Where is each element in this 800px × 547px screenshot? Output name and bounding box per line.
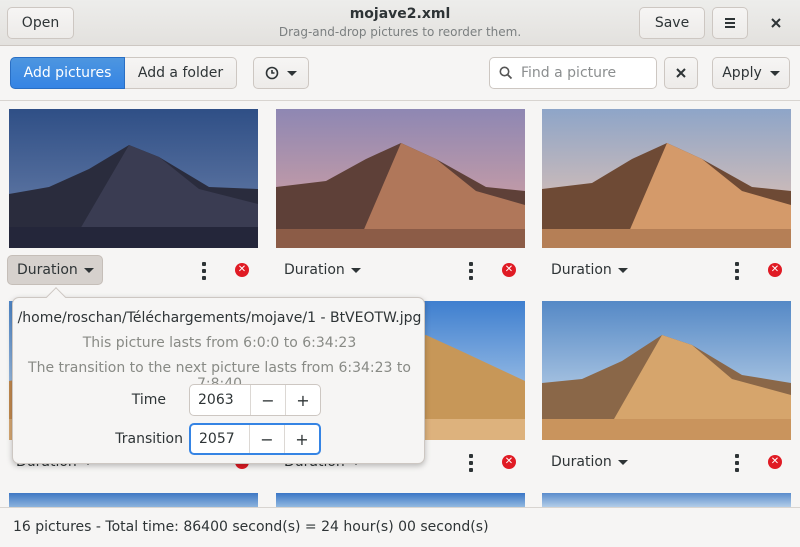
hamburger-menu-icon <box>725 18 735 28</box>
remove-picture-icon[interactable]: ✕ <box>502 455 516 469</box>
time-input[interactable]: 2063 <box>190 385 250 415</box>
more-options-icon[interactable] <box>735 262 739 280</box>
chevron-down-icon <box>617 459 628 465</box>
chevron-down-icon <box>769 70 780 76</box>
search-placeholder: Find a picture <box>521 65 617 81</box>
decrement-button[interactable]: − <box>250 385 285 415</box>
clear-search-button[interactable] <box>664 57 698 89</box>
search-icon <box>499 66 513 80</box>
time-spinbutton[interactable]: 2063 − + <box>189 384 321 416</box>
clear-icon <box>676 68 686 78</box>
remove-picture-icon[interactable]: ✕ <box>768 263 782 277</box>
status-text: 16 pictures - Total time: 86400 second(s… <box>13 519 489 535</box>
increment-button[interactable]: + <box>285 385 320 415</box>
window-subtitle: Drag-and-drop pictures to reorder them. <box>278 25 522 39</box>
picture-thumbnail[interactable] <box>542 493 791 507</box>
duration-menu-button[interactable]: Duration <box>275 255 371 285</box>
increment-button[interactable]: + <box>284 425 319 453</box>
save-button[interactable]: Save <box>639 7 705 39</box>
chevron-down-icon <box>617 267 628 273</box>
apply-button[interactable]: Apply <box>712 57 790 89</box>
transition-spinbutton[interactable]: 2057 − + <box>189 423 321 455</box>
duration-menu-button[interactable]: Duration <box>7 255 103 285</box>
duration-menu-button[interactable]: Duration <box>542 255 638 285</box>
more-options-icon[interactable] <box>202 262 206 280</box>
picture-thumbnail[interactable] <box>276 493 525 507</box>
chevron-down-icon <box>83 267 94 273</box>
status-bar: 16 pictures - Total time: 86400 second(s… <box>0 507 800 547</box>
remove-picture-icon[interactable]: ✕ <box>768 455 782 469</box>
more-options-icon[interactable] <box>469 262 473 280</box>
window-title: mojave2.xml <box>349 6 451 22</box>
duration-label: Duration <box>551 262 612 278</box>
picture-thumbnail[interactable] <box>9 109 258 248</box>
time-menu-button[interactable] <box>253 57 309 89</box>
header-bar: Open mojave2.xml Drag-and-drop pictures … <box>0 0 800 46</box>
time-label: Time <box>131 392 166 408</box>
picture-path: /home/roschan/Téléchargements/mojave/1 -… <box>17 310 422 326</box>
add-folder-button[interactable]: Add a folder <box>125 57 237 89</box>
remove-picture-icon[interactable]: ✕ <box>502 263 516 277</box>
add-pictures-button[interactable]: Add pictures <box>10 57 125 89</box>
menu-button[interactable] <box>712 7 748 39</box>
decrement-button[interactable]: − <box>249 425 284 453</box>
duration-label: Duration <box>551 454 612 470</box>
more-options-icon[interactable] <box>469 454 473 472</box>
picture-thumbnail[interactable] <box>9 493 258 507</box>
chevron-down-icon <box>350 267 361 273</box>
transition-label: Transition <box>115 431 183 447</box>
picture-lasts-text: This picture lasts from 6:0:0 to 6:34:23 <box>82 335 357 351</box>
duration-label: Duration <box>17 262 78 278</box>
picture-thumbnail[interactable] <box>542 109 791 248</box>
close-icon <box>771 18 781 28</box>
search-input[interactable]: Find a picture <box>489 57 657 89</box>
apply-label: Apply <box>722 65 762 81</box>
duration-menu-button[interactable]: Duration <box>542 447 638 477</box>
more-options-icon[interactable] <box>735 454 739 472</box>
picture-thumbnail[interactable] <box>276 109 525 248</box>
duration-label: Duration <box>284 262 345 278</box>
open-button[interactable]: Open <box>7 7 74 39</box>
chevron-down-icon <box>287 70 297 76</box>
picture-thumbnail[interactable] <box>542 301 791 440</box>
remove-picture-icon[interactable]: ✕ <box>235 263 249 277</box>
transition-input[interactable]: 2057 <box>191 425 249 453</box>
clock-icon <box>265 66 279 80</box>
duration-popover: /home/roschan/Téléchargements/mojave/1 -… <box>12 287 425 464</box>
toolbar: Add pictures Add a folder Find a picture… <box>0 47 800 101</box>
close-button[interactable] <box>758 7 794 39</box>
